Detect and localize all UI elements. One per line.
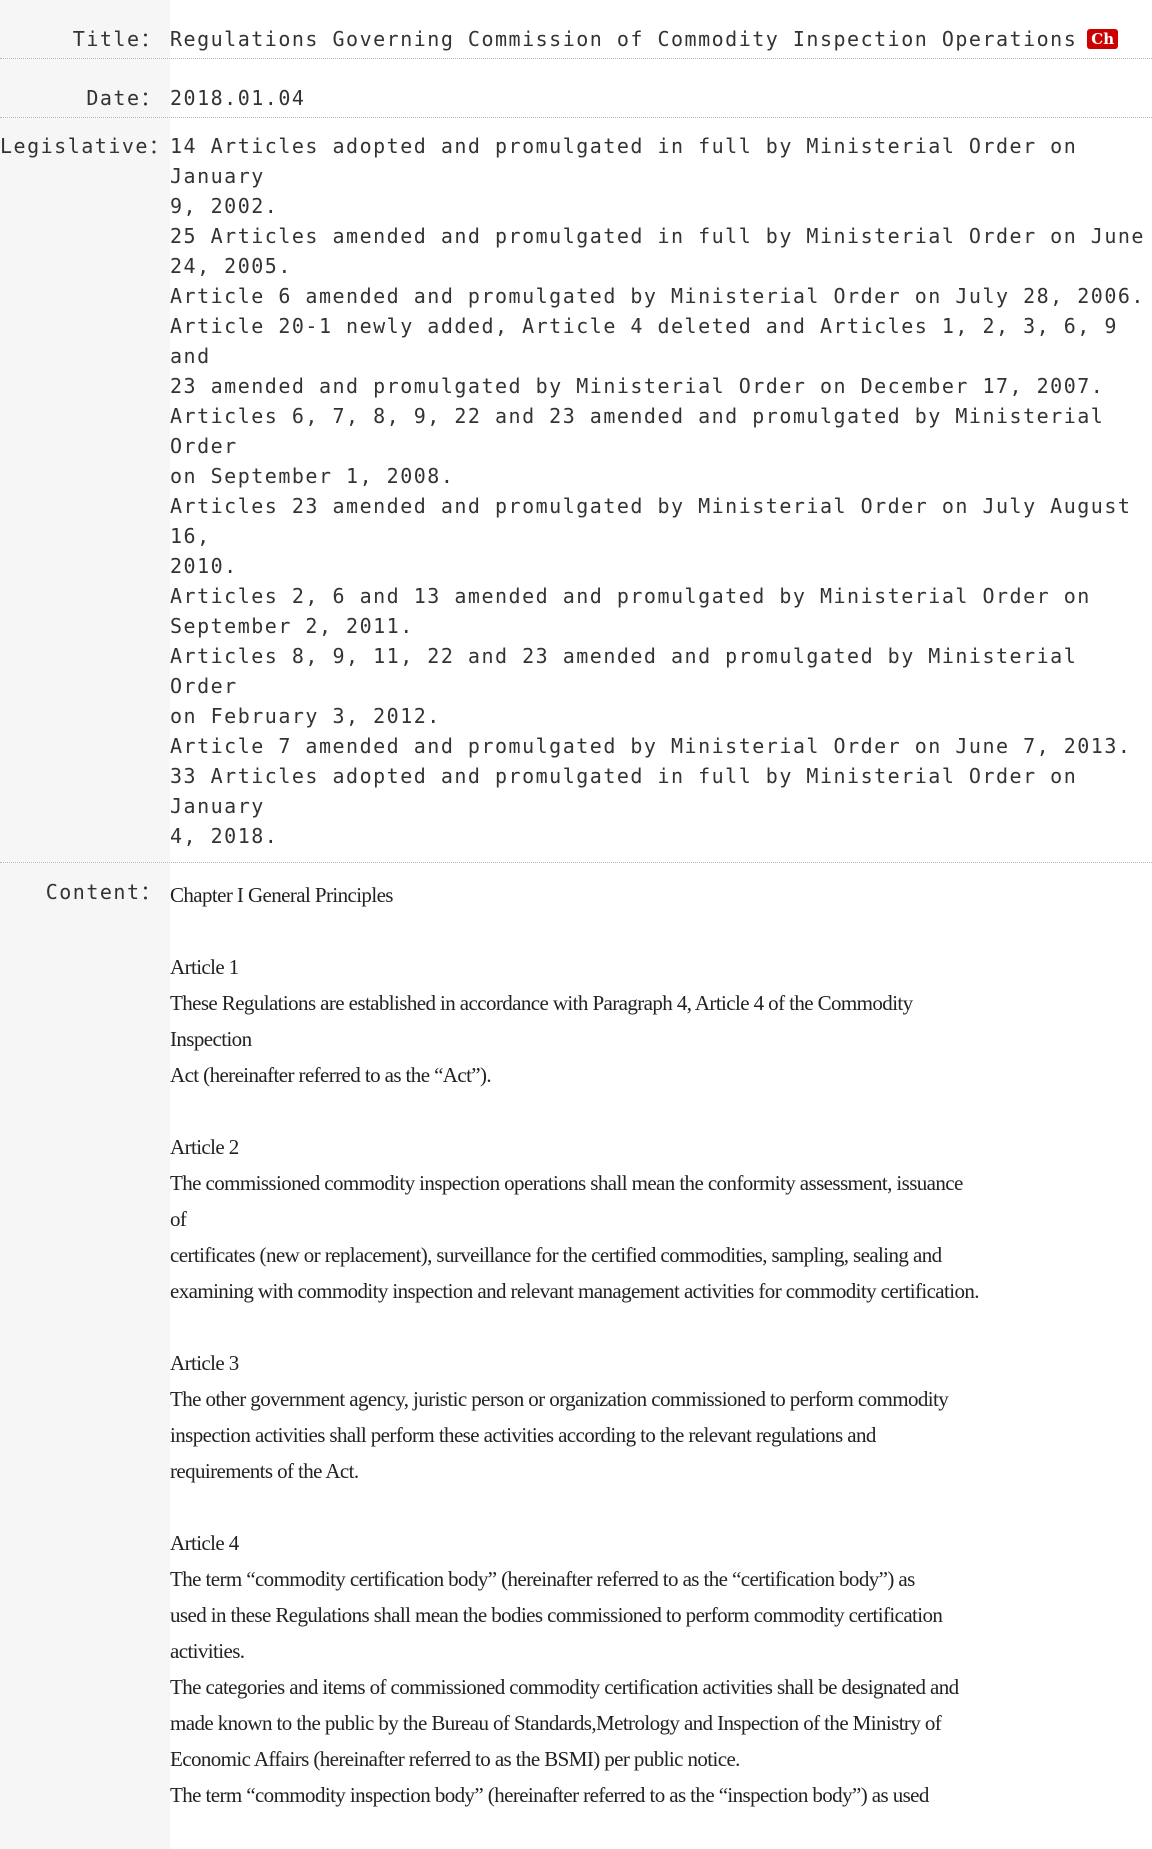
title-value: Regulations Governing Commission of Comm… xyxy=(170,0,1152,58)
legislative-row: Legislative： 14 Articles adopted and pro… xyxy=(0,118,1152,863)
chapter-heading: Chapter I General Principles xyxy=(170,883,393,907)
legislative-line: September 2, 2011. xyxy=(170,614,414,638)
regulation-content: Chapter I General Principles Article 1 T… xyxy=(170,863,1152,1849)
article-2: Article 2 The commissioned commodity ins… xyxy=(170,1129,1152,1309)
date-row: Date： 2018.01.04 xyxy=(0,59,1152,118)
article-text-line: The term “commodity certification body” … xyxy=(170,1567,915,1591)
legislative-line: Articles 23 amended and promulgated by M… xyxy=(170,494,1132,548)
title-row: Title： Regulations Governing Commission … xyxy=(0,0,1152,59)
article-text-line: used in these Regulations shall mean the… xyxy=(170,1603,943,1627)
article-text-line: The commissioned commodity inspection op… xyxy=(170,1171,963,1195)
legislative-line: 2010. xyxy=(170,554,238,578)
legislative-line: on February 3, 2012. xyxy=(170,704,441,728)
article-text-line: The other government agency, juristic pe… xyxy=(170,1387,949,1411)
article-1: Article 1 These Regulations are establis… xyxy=(170,949,1152,1093)
legislative-line: 23 amended and promulgated by Ministeria… xyxy=(170,374,1105,398)
article-text-line: The term “commodity inspection body” (he… xyxy=(170,1783,929,1807)
legislative-line: 33 Articles adopted and promulgated in f… xyxy=(170,764,1078,818)
legislative-line: 14 Articles adopted and promulgated in f… xyxy=(170,134,1078,188)
article-text-line: Inspection xyxy=(170,1027,252,1051)
article-heading: Article 1 xyxy=(170,955,239,979)
legislative-line: Articles 8, 9, 11, 22 and 23 amended and… xyxy=(170,644,1078,698)
legislative-line: on September 1, 2008. xyxy=(170,464,455,488)
article-text-line: certificates (new or replacement), surve… xyxy=(170,1243,942,1267)
legislative-history: 14 Articles adopted and promulgated in f… xyxy=(170,118,1152,862)
article-text-line: made known to the public by the Bureau o… xyxy=(170,1711,942,1735)
legislative-line: Article 20-1 newly added, Article 4 dele… xyxy=(170,314,1118,368)
article-heading: Article 4 xyxy=(170,1531,239,1555)
legislative-line: 24, 2005. xyxy=(170,254,292,278)
legislative-line: Article 6 amended and promulgated by Min… xyxy=(170,284,1145,308)
regulation-detail-table: Title： Regulations Governing Commission … xyxy=(0,0,1152,1849)
content-row: Content： Chapter I General Principles Ar… xyxy=(0,863,1152,1849)
regulation-title: Regulations Governing Commission of Comm… xyxy=(170,27,1078,51)
legislative-line: 4, 2018. xyxy=(170,824,279,848)
article-heading: Article 3 xyxy=(170,1351,239,1375)
legislative-label: Legislative： xyxy=(0,118,170,862)
article-text-line: requirements of the Act. xyxy=(170,1459,359,1483)
article-heading: Article 2 xyxy=(170,1135,239,1159)
article-text-line: examining with commodity inspection and … xyxy=(170,1279,980,1303)
date-value: 2018.01.04 xyxy=(170,86,306,110)
article-text-line: activities. xyxy=(170,1639,245,1663)
article-text-line: Economic Affairs (hereinafter referred t… xyxy=(170,1747,740,1771)
article-text-line: of xyxy=(170,1207,187,1231)
legislative-line: Articles 2, 6 and 13 amended and promulg… xyxy=(170,584,1091,608)
date-label: Date： xyxy=(0,59,170,117)
article-3: Article 3 The other government agency, j… xyxy=(170,1345,1152,1489)
legislative-line: Articles 6, 7, 8, 9, 22 and 23 amended a… xyxy=(170,404,1105,458)
title-label: Title： xyxy=(0,0,170,58)
article-4: Article 4 The term “commodity certificat… xyxy=(170,1525,1152,1813)
content-label: Content： xyxy=(0,863,170,1849)
legislative-line: 9, 2002. xyxy=(170,194,279,218)
article-text-line: Act (hereinafter referred to as the “Act… xyxy=(170,1063,492,1087)
chinese-version-link[interactable]: Ch xyxy=(1087,29,1119,49)
legislative-line: 25 Articles amended and promulgated in f… xyxy=(170,224,1145,248)
article-text-line: The categories and items of commissioned… xyxy=(170,1675,959,1699)
legislative-line: Article 7 amended and promulgated by Min… xyxy=(170,734,1132,758)
article-text-line: inspection activities shall perform thes… xyxy=(170,1423,876,1447)
article-text-line: These Regulations are established in acc… xyxy=(170,991,913,1015)
